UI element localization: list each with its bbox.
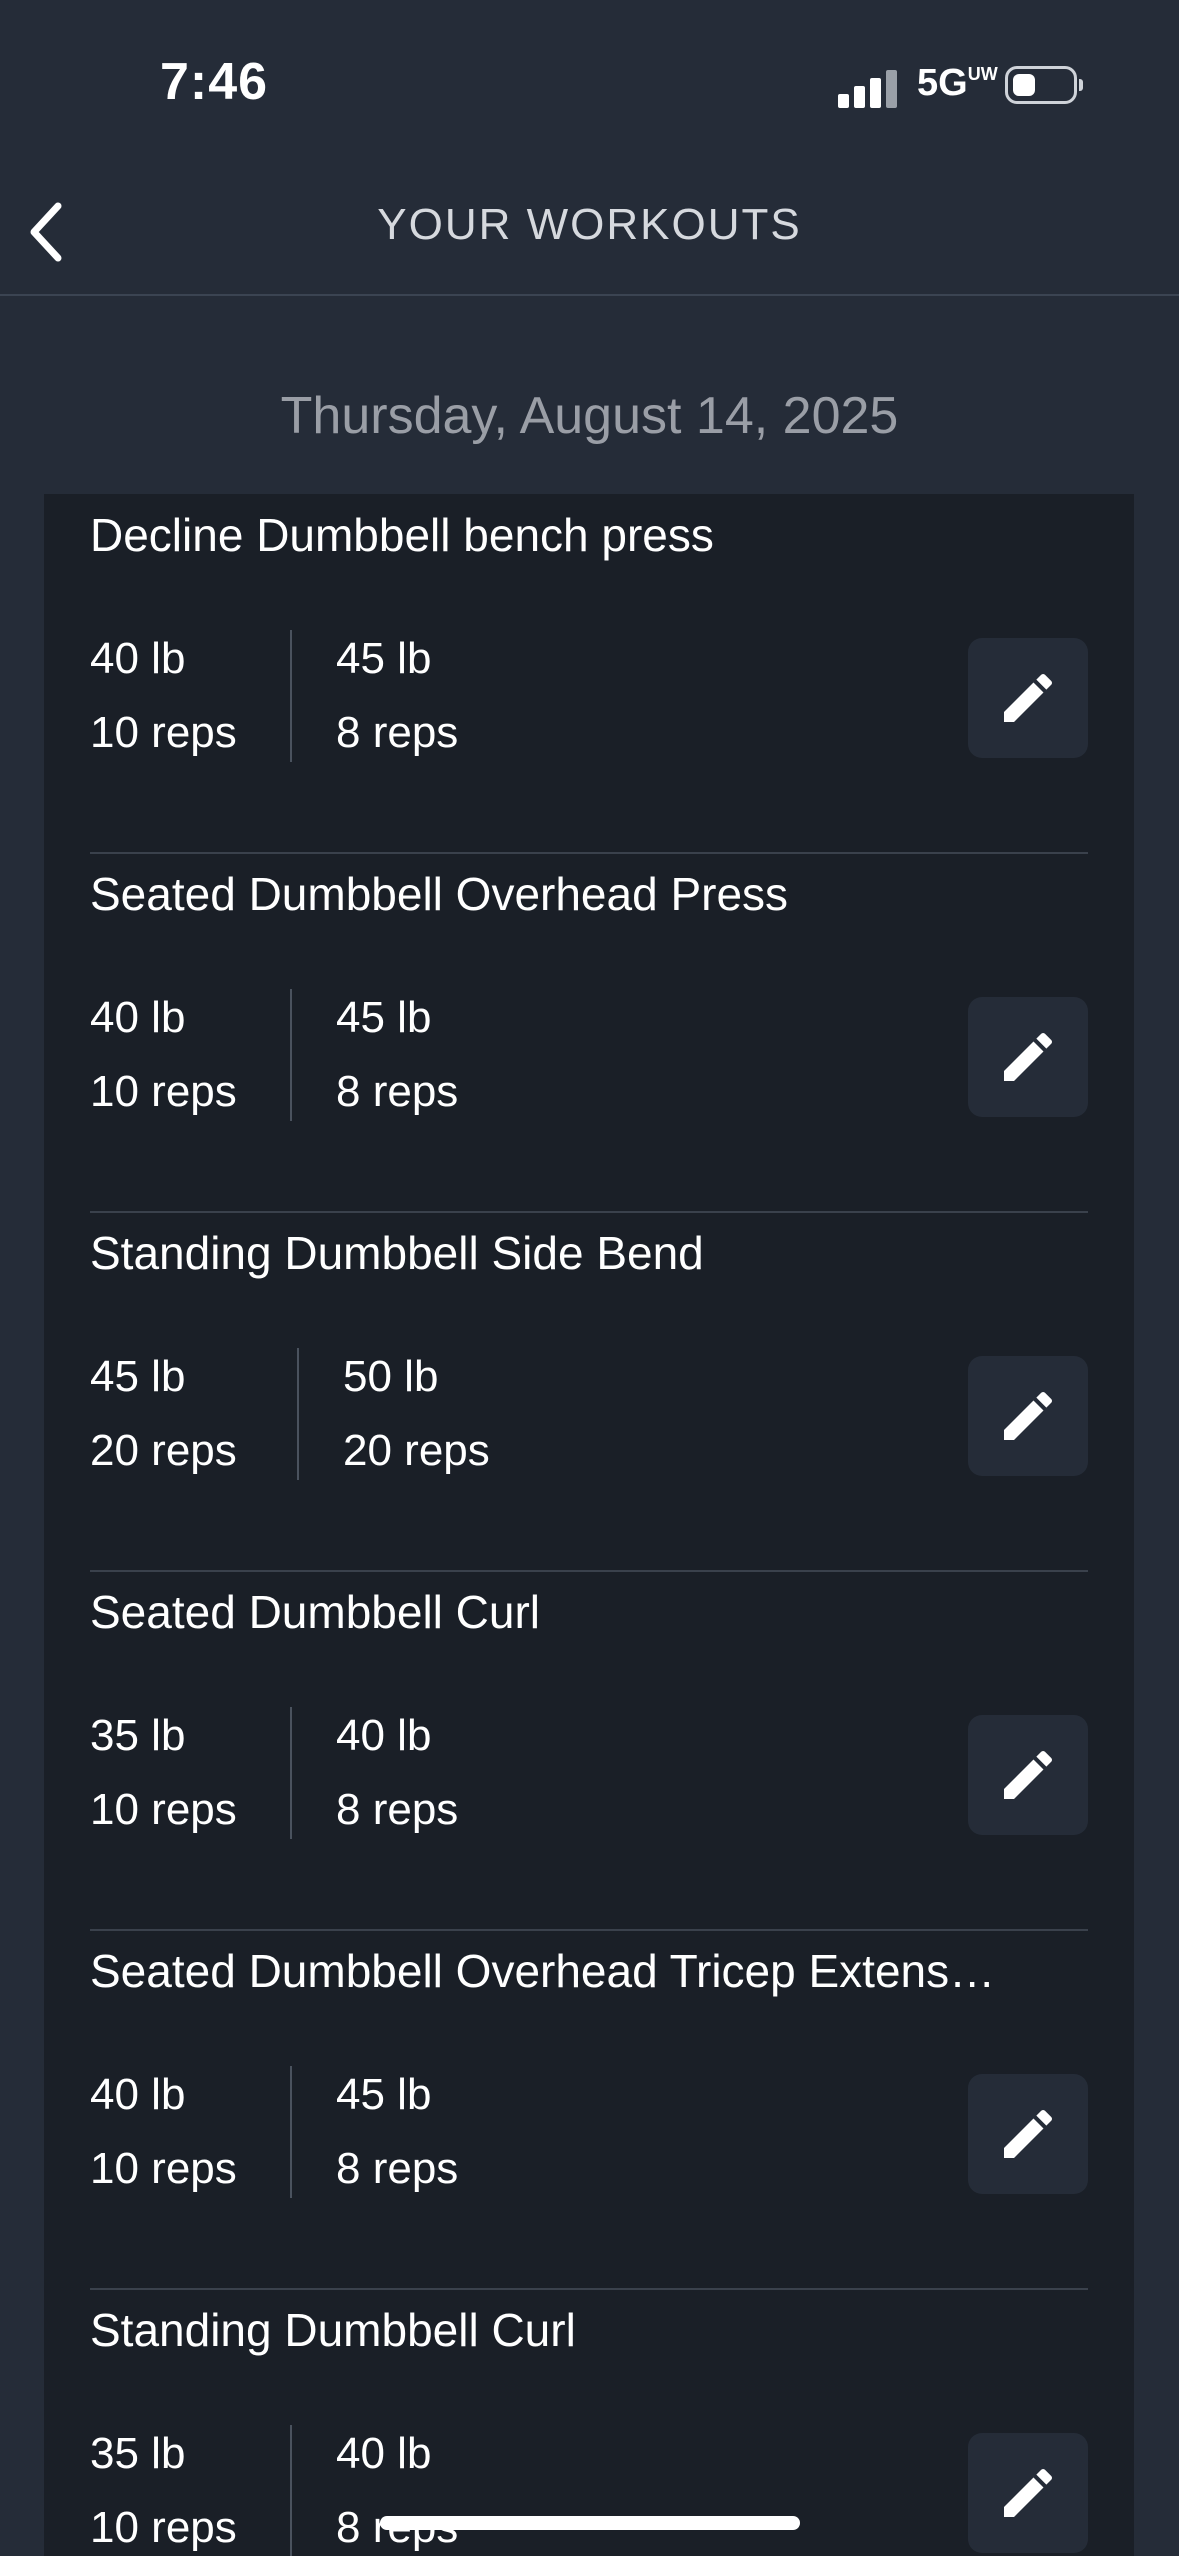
set-1: 35 lb 10 reps bbox=[90, 2417, 237, 2556]
cellular-signal-icon bbox=[838, 68, 898, 108]
set-weight: 40 lb bbox=[90, 634, 186, 683]
exercise-name: Standing Dumbbell Side Bend bbox=[90, 1227, 704, 1279]
workout-item: Seated Dumbbell Overhead Press 40 lb 10 … bbox=[90, 853, 1088, 1213]
set-2: 50 lb 20 reps bbox=[343, 1340, 490, 1488]
set-weight: 40 lb bbox=[336, 1711, 432, 1760]
navigation-bar: YOUR WORKOUTS bbox=[0, 170, 1179, 296]
set-divider bbox=[297, 1348, 299, 1480]
set-reps: 10 reps bbox=[90, 2503, 237, 2552]
set-reps: 10 reps bbox=[90, 1067, 237, 1116]
set-weight: 50 lb bbox=[343, 1352, 439, 1401]
pencil-icon bbox=[1004, 1750, 1053, 1799]
set-weight: 40 lb bbox=[90, 2070, 186, 2119]
set-reps: 10 reps bbox=[90, 1785, 237, 1834]
page-title: YOUR WORKOUTS bbox=[377, 200, 802, 249]
pencil-icon bbox=[1004, 2109, 1053, 2158]
workout-list: Decline Dumbbell bench press 40 lb 10 re… bbox=[44, 494, 1134, 2556]
pencil-icon bbox=[1004, 673, 1053, 722]
set-divider bbox=[290, 630, 292, 762]
set-1: 40 lb 10 reps bbox=[90, 622, 237, 770]
set-reps: 20 reps bbox=[343, 1426, 490, 1475]
set-reps: 8 reps bbox=[336, 708, 459, 757]
network-type: 5G bbox=[917, 62, 968, 104]
set-weight: 35 lb bbox=[90, 2429, 186, 2478]
workout-item: Seated Dumbbell Overhead Tricep Extens… … bbox=[90, 1930, 1088, 2290]
set-2: 40 lb 8 reps bbox=[336, 1699, 458, 1847]
exercise-name: Seated Dumbbell Overhead Tricep Extens… bbox=[90, 1945, 996, 1997]
battery-icon bbox=[1005, 66, 1083, 104]
home-indicator[interactable] bbox=[380, 2516, 800, 2530]
edit-workout-button[interactable] bbox=[968, 1715, 1088, 1835]
pencil-icon bbox=[1004, 2468, 1053, 2517]
set-weight: 35 lb bbox=[90, 1711, 186, 1760]
status-bar: 7:46 5GUW bbox=[0, 0, 1179, 170]
set-weight: 45 lb bbox=[90, 1352, 186, 1401]
set-reps: 8 reps bbox=[336, 1785, 459, 1834]
set-reps: 20 reps bbox=[90, 1426, 237, 1475]
exercise-name: Seated Dumbbell Overhead Press bbox=[90, 868, 789, 920]
set-weight: 45 lb bbox=[336, 634, 432, 683]
set-reps: 8 reps bbox=[336, 1067, 459, 1116]
set-2: 45 lb 8 reps bbox=[336, 2058, 458, 2206]
edit-workout-button[interactable] bbox=[968, 638, 1088, 758]
set-reps: 10 reps bbox=[90, 708, 237, 757]
set-reps: 10 reps bbox=[90, 2144, 237, 2193]
set-divider bbox=[290, 2066, 292, 2198]
workout-date: Thursday, August 14, 2025 bbox=[280, 387, 899, 445]
edit-workout-button[interactable] bbox=[968, 2074, 1088, 2194]
edit-workout-button[interactable] bbox=[968, 997, 1088, 1117]
set-reps: 8 reps bbox=[336, 2144, 459, 2193]
network-badge: UW bbox=[967, 64, 998, 84]
set-weight: 45 lb bbox=[336, 2070, 432, 2119]
set-divider bbox=[290, 1707, 292, 1839]
set-divider bbox=[290, 2425, 292, 2556]
set-2: 45 lb 8 reps bbox=[336, 622, 458, 770]
set-divider bbox=[290, 989, 292, 1121]
pencil-icon bbox=[1004, 1032, 1053, 1081]
status-time: 7:46 bbox=[160, 53, 269, 111]
set-1: 40 lb 10 reps bbox=[90, 981, 237, 1129]
exercise-name: Seated Dumbbell Curl bbox=[90, 1586, 541, 1638]
workout-item: Seated Dumbbell Curl 35 lb 10 reps 40 lb… bbox=[90, 1571, 1088, 1931]
edit-workout-button[interactable] bbox=[968, 2433, 1088, 2553]
set-2: 45 lb 8 reps bbox=[336, 981, 458, 1129]
edit-workout-button[interactable] bbox=[968, 1356, 1088, 1476]
set-1: 35 lb 10 reps bbox=[90, 1699, 237, 1847]
set-weight: 40 lb bbox=[90, 993, 186, 1042]
set-weight: 45 lb bbox=[336, 993, 432, 1042]
set-2: 40 lb 8 reps bbox=[336, 2417, 458, 2556]
pencil-icon bbox=[1004, 1391, 1053, 1440]
exercise-name: Standing Dumbbell Curl bbox=[90, 2304, 576, 2356]
set-1: 40 lb 10 reps bbox=[90, 2058, 237, 2206]
set-weight: 40 lb bbox=[336, 2429, 432, 2478]
network-indicator: 5GUW bbox=[917, 62, 998, 105]
exercise-name: Decline Dumbbell bench press bbox=[90, 509, 714, 561]
set-1: 45 lb 20 reps bbox=[90, 1340, 237, 1488]
workout-item: Standing Dumbbell Side Bend 45 lb 20 rep… bbox=[90, 1212, 1088, 1572]
workout-item: Decline Dumbbell bench press 40 lb 10 re… bbox=[90, 494, 1088, 854]
